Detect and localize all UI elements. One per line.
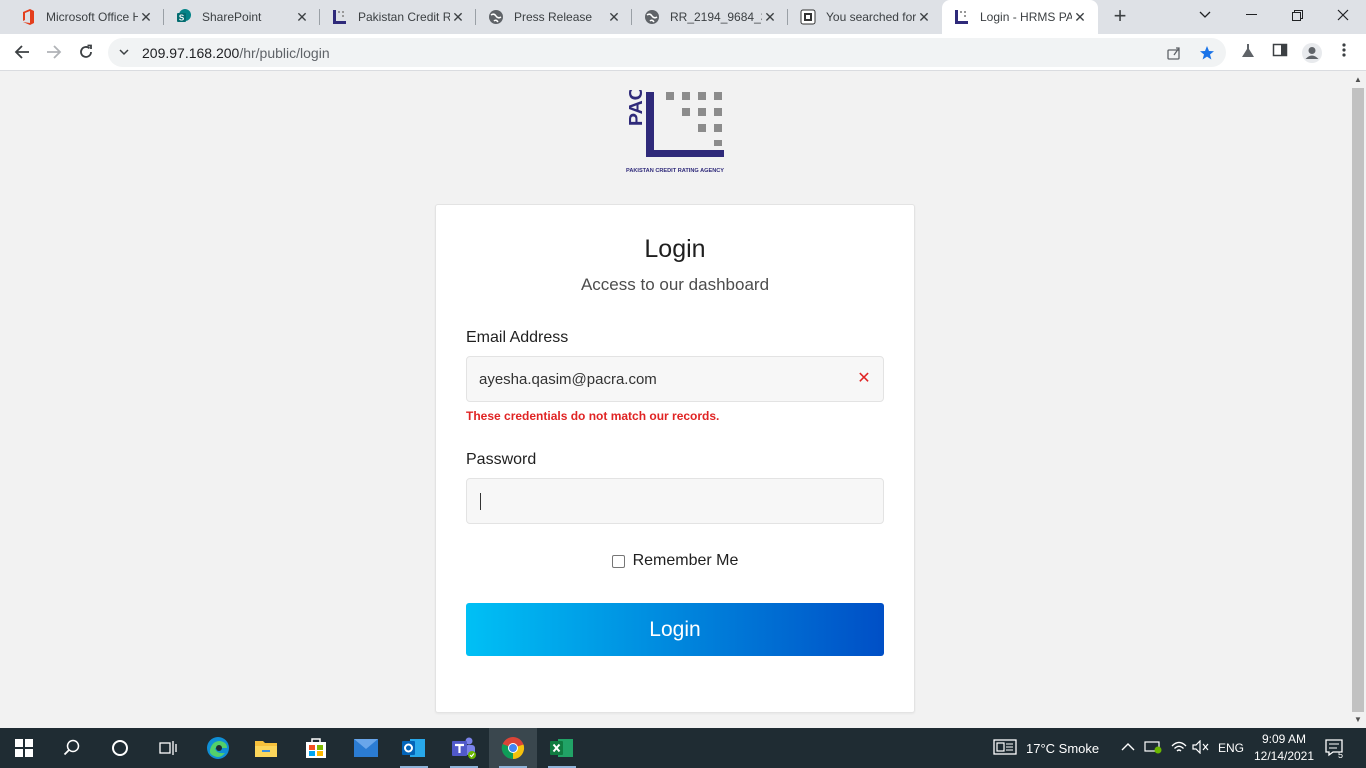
- tab-title: RR_2194_9684_30: [670, 10, 762, 24]
- speaker-muted-icon[interactable]: [1192, 739, 1210, 756]
- address-bar[interactable]: 209.97.168.200/hr/public/login: [108, 38, 1226, 67]
- remember-me: Remember Me: [436, 552, 914, 570]
- credentials-error: These credentials do not match our recor…: [466, 409, 720, 423]
- tab-title: You searched for: [826, 10, 916, 24]
- tab-search-results[interactable]: You searched for ✕: [788, 0, 942, 34]
- email-field-wrapper: ✕: [466, 356, 884, 402]
- bookmark-star-icon[interactable]: [1199, 45, 1215, 61]
- tab-search-chevron-icon[interactable]: [1182, 0, 1228, 30]
- login-card: Login Access to our dashboard Email Addr…: [435, 204, 915, 713]
- tab-title: Pakistan Credit Ra: [358, 10, 450, 24]
- globe-icon: [644, 9, 660, 25]
- clock-date[interactable]: 12/14/2021: [1250, 749, 1318, 763]
- reload-button[interactable]: [72, 38, 100, 66]
- svg-text:S: S: [179, 14, 185, 23]
- close-icon[interactable]: ✕: [1072, 9, 1088, 25]
- chevron-down-icon[interactable]: [118, 44, 134, 60]
- logo-text: PACRA: [626, 90, 646, 126]
- tab-title: Microsoft Office H: [46, 10, 138, 24]
- close-icon[interactable]: ✕: [294, 9, 310, 25]
- mail-icon[interactable]: [342, 728, 390, 768]
- login-subtitle: Access to our dashboard: [580, 275, 770, 294]
- pacra-icon: [800, 9, 816, 25]
- password-field[interactable]: [479, 479, 849, 523]
- remember-me-checkbox[interactable]: [611, 554, 625, 568]
- edge-icon[interactable]: [194, 728, 242, 768]
- excel-icon[interactable]: [538, 728, 586, 768]
- share-icon[interactable]: [1166, 45, 1182, 61]
- close-icon[interactable]: ✕: [762, 9, 778, 25]
- minimize-button[interactable]: [1228, 0, 1274, 30]
- back-button[interactable]: [8, 38, 36, 66]
- side-panel-icon[interactable]: [1270, 42, 1290, 62]
- news-weather-icon[interactable]: [992, 739, 1018, 757]
- vpn-network-icon[interactable]: [1144, 740, 1162, 756]
- chevron-up-icon[interactable]: [1120, 740, 1136, 756]
- profile-avatar-icon[interactable]: [1301, 42, 1322, 63]
- tab-microsoft-office[interactable]: Microsoft Office H ✕: [8, 0, 164, 34]
- restore-button[interactable]: [1274, 0, 1320, 30]
- language-indicator[interactable]: ENG: [1218, 741, 1244, 755]
- browser-toolbar: 209.97.168.200/hr/public/login: [0, 34, 1366, 71]
- tab-sharepoint[interactable]: S SharePoint ✕: [164, 0, 320, 34]
- login-button[interactable]: Login: [466, 603, 884, 656]
- close-window-button[interactable]: [1320, 0, 1366, 30]
- notification-count: 5: [1338, 750, 1344, 760]
- password-label: Password: [466, 451, 537, 468]
- tab-press-release[interactable]: Press Release ✕: [476, 0, 632, 34]
- tab-title: Press Release: [514, 10, 593, 24]
- tab-pakistan-credit-rating[interactable]: Pakistan Credit Ra ✕: [320, 0, 476, 34]
- tab-login-hrms[interactable]: Login - HRMS PA ✕: [942, 0, 1098, 34]
- windows-logo-icon: [15, 739, 33, 757]
- pacra-icon: [954, 9, 970, 25]
- clock-time[interactable]: 9:09 AM: [1252, 732, 1316, 746]
- chrome-icon[interactable]: [489, 728, 537, 768]
- scroll-up-arrow-icon[interactable]: ▲: [1350, 72, 1366, 88]
- scrollbar-thumb[interactable]: [1352, 88, 1364, 712]
- tab-title: Login - HRMS PA: [980, 10, 1072, 24]
- email-field[interactable]: [479, 357, 849, 401]
- url-host: 209.97.168.200: [142, 45, 240, 61]
- close-icon[interactable]: ✕: [916, 9, 932, 25]
- close-icon[interactable]: ✕: [450, 9, 466, 25]
- office-icon: [20, 9, 36, 25]
- weather-text[interactable]: 17°C Smoke: [1026, 741, 1099, 756]
- close-icon[interactable]: ✕: [606, 9, 622, 25]
- page-content: PACRA PAKISTAN CREDIT RATING AGENCY Logi…: [0, 58, 1350, 728]
- scroll-down-arrow-icon[interactable]: ▼: [1350, 712, 1366, 728]
- pacra-icon: [332, 9, 348, 25]
- globe-icon: [488, 9, 504, 25]
- task-view-icon[interactable]: [144, 728, 192, 768]
- password-field-wrapper: [466, 478, 884, 524]
- remember-me-label[interactable]: Remember Me: [633, 552, 739, 570]
- url-text: 209.97.168.200/hr/public/login: [142, 45, 330, 61]
- tab-title: SharePoint: [202, 10, 262, 24]
- tab-rr-document[interactable]: RR_2194_9684_30 ✕: [632, 0, 788, 34]
- login-title: Login: [644, 235, 706, 263]
- menu-kebab-icon[interactable]: [1334, 42, 1354, 62]
- sharepoint-icon: S: [176, 9, 192, 25]
- outlook-icon[interactable]: [390, 728, 438, 768]
- logo-tagline: PAKISTAN CREDIT RATING AGENCY: [626, 168, 725, 174]
- cortana-icon[interactable]: [96, 728, 144, 768]
- close-icon[interactable]: ✕: [138, 9, 154, 25]
- start-button[interactable]: [0, 728, 48, 768]
- url-path: /hr/public/login: [239, 45, 330, 61]
- text-caret: [480, 493, 481, 510]
- file-explorer-icon[interactable]: [242, 728, 290, 768]
- windows-taskbar: 17°C Smoke ENG 9:09 AM 12/14/2021 5: [0, 728, 1366, 768]
- teams-icon[interactable]: [440, 728, 488, 768]
- pacra-logo: PACRA PAKISTAN CREDIT RATING AGENCY: [624, 58, 726, 174]
- page-scrollbar[interactable]: ▲ ▼: [1350, 72, 1366, 728]
- labs-flask-icon[interactable]: [1238, 42, 1258, 62]
- error-x-icon: ✕: [857, 370, 871, 387]
- search-icon[interactable]: [48, 728, 96, 768]
- email-label: Email Address: [466, 329, 569, 346]
- tab-strip: Microsoft Office H ✕ S SharePoint ✕ Paki…: [0, 0, 1366, 34]
- wifi-icon[interactable]: [1170, 740, 1188, 756]
- microsoft-store-icon[interactable]: [292, 728, 340, 768]
- new-tab-button[interactable]: +: [1108, 5, 1132, 29]
- forward-button[interactable]: [40, 38, 68, 66]
